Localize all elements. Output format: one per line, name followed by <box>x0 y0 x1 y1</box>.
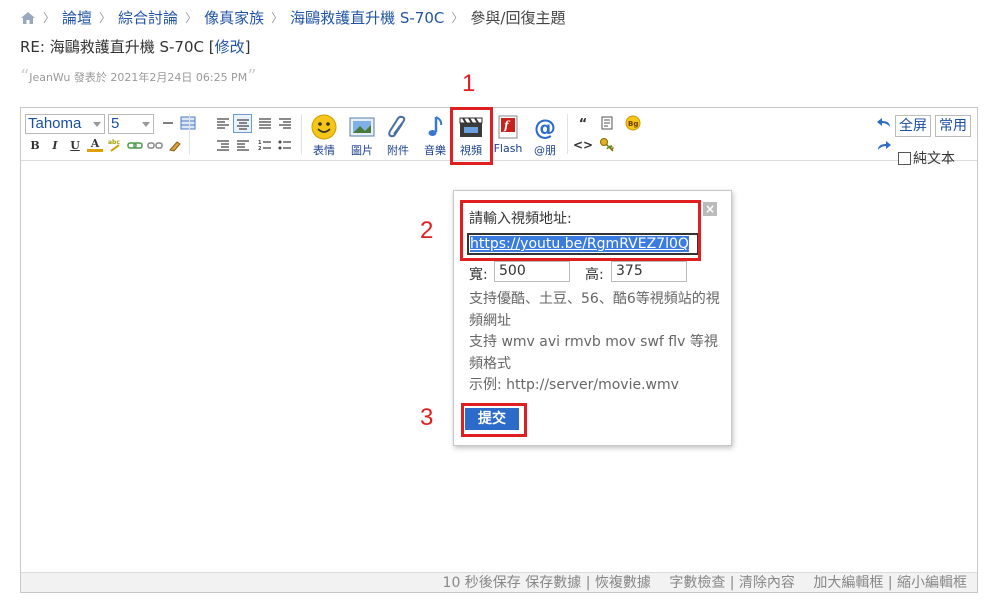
font-size-select[interactable]: 5 <box>108 114 154 134</box>
editor-status-bar: 10 秒後保存 保存數據 | 恢複數據 字數檢查 | 清除內容 加大編輯框 | … <box>21 572 977 592</box>
mention-label: @朋 <box>534 144 556 157</box>
music-label: 音樂 <box>424 144 446 157</box>
underline-icon[interactable]: U <box>67 137 83 153</box>
emoticon-label: 表情 <box>313 144 335 157</box>
image-label: 圖片 <box>351 144 373 157</box>
emoticon-button[interactable]: 表情 <box>307 114 341 158</box>
reply-title-row: RE: 海鷗救護直升機 S-70C [修改] <box>20 36 251 57</box>
flash-button[interactable]: f Flash <box>491 114 525 158</box>
insert-link-icon[interactable] <box>127 137 143 153</box>
annotation-number-3: 3 <box>420 404 434 431</box>
plain-text-checkbox[interactable] <box>898 151 911 165</box>
outdent-icon[interactable] <box>235 137 251 153</box>
breadcrumb-current: 參與/回復主題 <box>470 9 566 27</box>
quote-author-line: JeanWu 發表於 2021年2月24日 06:25 PM <box>29 70 248 84</box>
attachment-label: 附件 <box>387 144 409 157</box>
common-button[interactable]: 常用 <box>935 115 971 137</box>
help-line-example: 示例: http://server/movie.wmv <box>469 377 679 393</box>
html-code-icon[interactable]: <> <box>573 137 593 153</box>
quote-line: “ JeanWu 發表於 2021年2月24日 06:25 PM ” <box>20 66 256 87</box>
highlight-color-icon[interactable]: abc <box>107 137 123 153</box>
unlink-icon[interactable] <box>147 137 163 153</box>
redo-icon[interactable] <box>876 138 892 154</box>
fullscreen-button[interactable]: 全屏 <box>895 115 931 137</box>
annotation-box-url-input <box>460 200 701 261</box>
svg-text:@: @ <box>534 116 556 140</box>
chevron-down-icon <box>142 122 150 127</box>
edit-link[interactable]: 修改 <box>215 38 245 56</box>
plain-text-toggle[interactable]: 純文本 <box>898 148 955 168</box>
breadcrumb-separator: 〉 <box>185 11 198 25</box>
close-icon[interactable]: × <box>703 202 717 216</box>
attachment-button[interactable]: 附件 <box>381 114 415 158</box>
password-key-icon[interactable] <box>599 137 615 153</box>
horizontal-rule-icon[interactable] <box>160 115 176 131</box>
breadcrumb-general-discussion[interactable]: 綜合討論 <box>118 7 178 28</box>
image-icon <box>349 117 375 137</box>
image-button[interactable]: 圖片 <box>345 114 379 158</box>
at-sign-icon: @ <box>534 116 556 140</box>
breadcrumb-separator: 〉 <box>271 11 284 25</box>
video-help-text: 支持優酷、土豆、56、酷6等視頻站的視頻網址 支持 wmv avi rmvb m… <box>469 289 721 397</box>
chevron-down-icon <box>93 122 101 127</box>
bold-icon[interactable]: B <box>27 137 43 153</box>
clear-format-icon[interactable] <box>167 137 183 153</box>
annotation-box-video-button <box>450 107 493 165</box>
height-label: 高: <box>585 267 604 283</box>
unordered-list-icon[interactable] <box>277 137 293 153</box>
flash-label: Flash <box>493 142 523 155</box>
breadcrumb-separator: 〉 <box>451 11 464 25</box>
font-family-value: Tahoma <box>28 115 82 132</box>
smiley-icon <box>311 114 337 140</box>
italic-icon[interactable]: I <box>47 137 63 153</box>
help-line-sites: 支持優酷、土豆、56、酷6等視頻站的視頻網址 <box>469 291 720 329</box>
flash-icon: f <box>498 115 518 139</box>
annotation-number-1: 1 <box>462 70 476 97</box>
height-input[interactable]: 375 <box>611 261 687 282</box>
quote-open-icon: “ <box>20 66 30 87</box>
code-block-icon[interactable] <box>599 115 615 131</box>
table-icon[interactable] <box>180 115 196 131</box>
breadcrumb-family[interactable]: 像真家族 <box>204 7 264 28</box>
font-color-icon[interactable]: A <box>87 137 103 152</box>
music-note-icon <box>428 116 443 136</box>
plain-text-label: 純文本 <box>913 151 955 167</box>
quote-icon[interactable]: “ <box>575 116 591 132</box>
align-justify-icon[interactable] <box>257 115 273 131</box>
indent-icon[interactable] <box>215 137 231 153</box>
paperclip-icon <box>388 115 406 138</box>
breadcrumb: 〉 論壇 〉 綜合討論 〉 像真家族 〉 海鷗救護直升機 S-70C 〉 參與/… <box>20 7 565 28</box>
align-center-icon[interactable] <box>233 114 252 133</box>
undo-icon[interactable] <box>876 115 892 131</box>
width-input[interactable]: 500 <box>494 261 570 282</box>
breadcrumb-forum[interactable]: 論壇 <box>62 7 92 28</box>
ordered-list-icon[interactable]: 12 <box>257 137 273 153</box>
toolbar-divider <box>567 114 568 154</box>
quote-close-icon: ” <box>247 66 257 87</box>
status-actions[interactable]: 10 秒後保存 保存數據 | 恢複數據 字數檢查 | 清除內容 加大編輯框 | … <box>443 575 967 591</box>
home-icon[interactable] <box>20 11 36 25</box>
font-size-value: 5 <box>111 115 120 132</box>
edit-bracket-close: ] <box>244 38 251 56</box>
font-family-select[interactable]: Tahoma <box>25 114 105 134</box>
align-left-icon[interactable] <box>215 115 231 131</box>
reply-title: RE: 海鷗救護直升機 S-70C <box>20 38 204 56</box>
help-line-formats: 支持 wmv avi rmvb mov swf flv 等視頻格式 <box>469 334 718 372</box>
svg-text:Bg: Bg <box>628 120 638 128</box>
width-label: 寬: <box>469 267 488 283</box>
mention-button[interactable]: @ @朋 <box>528 114 562 158</box>
breadcrumb-separator: 〉 <box>43 11 56 25</box>
annotation-number-2: 2 <box>420 217 434 244</box>
annotation-box-submit <box>461 403 527 437</box>
toolbar-divider <box>189 114 190 154</box>
svg-text:2: 2 <box>258 146 262 151</box>
editor-toolbar: Tahoma 5 B I U A abc 12 表情 圖片 附件 音樂 視頻 f… <box>21 108 977 167</box>
toolbar-divider <box>301 114 302 154</box>
breadcrumb-thread[interactable]: 海鷗救護直升機 S-70C <box>290 7 444 28</box>
music-button[interactable]: 音樂 <box>418 114 452 158</box>
align-right-icon[interactable] <box>277 115 293 131</box>
background-color-icon[interactable]: Bg <box>625 115 641 131</box>
breadcrumb-separator: 〉 <box>99 11 112 25</box>
